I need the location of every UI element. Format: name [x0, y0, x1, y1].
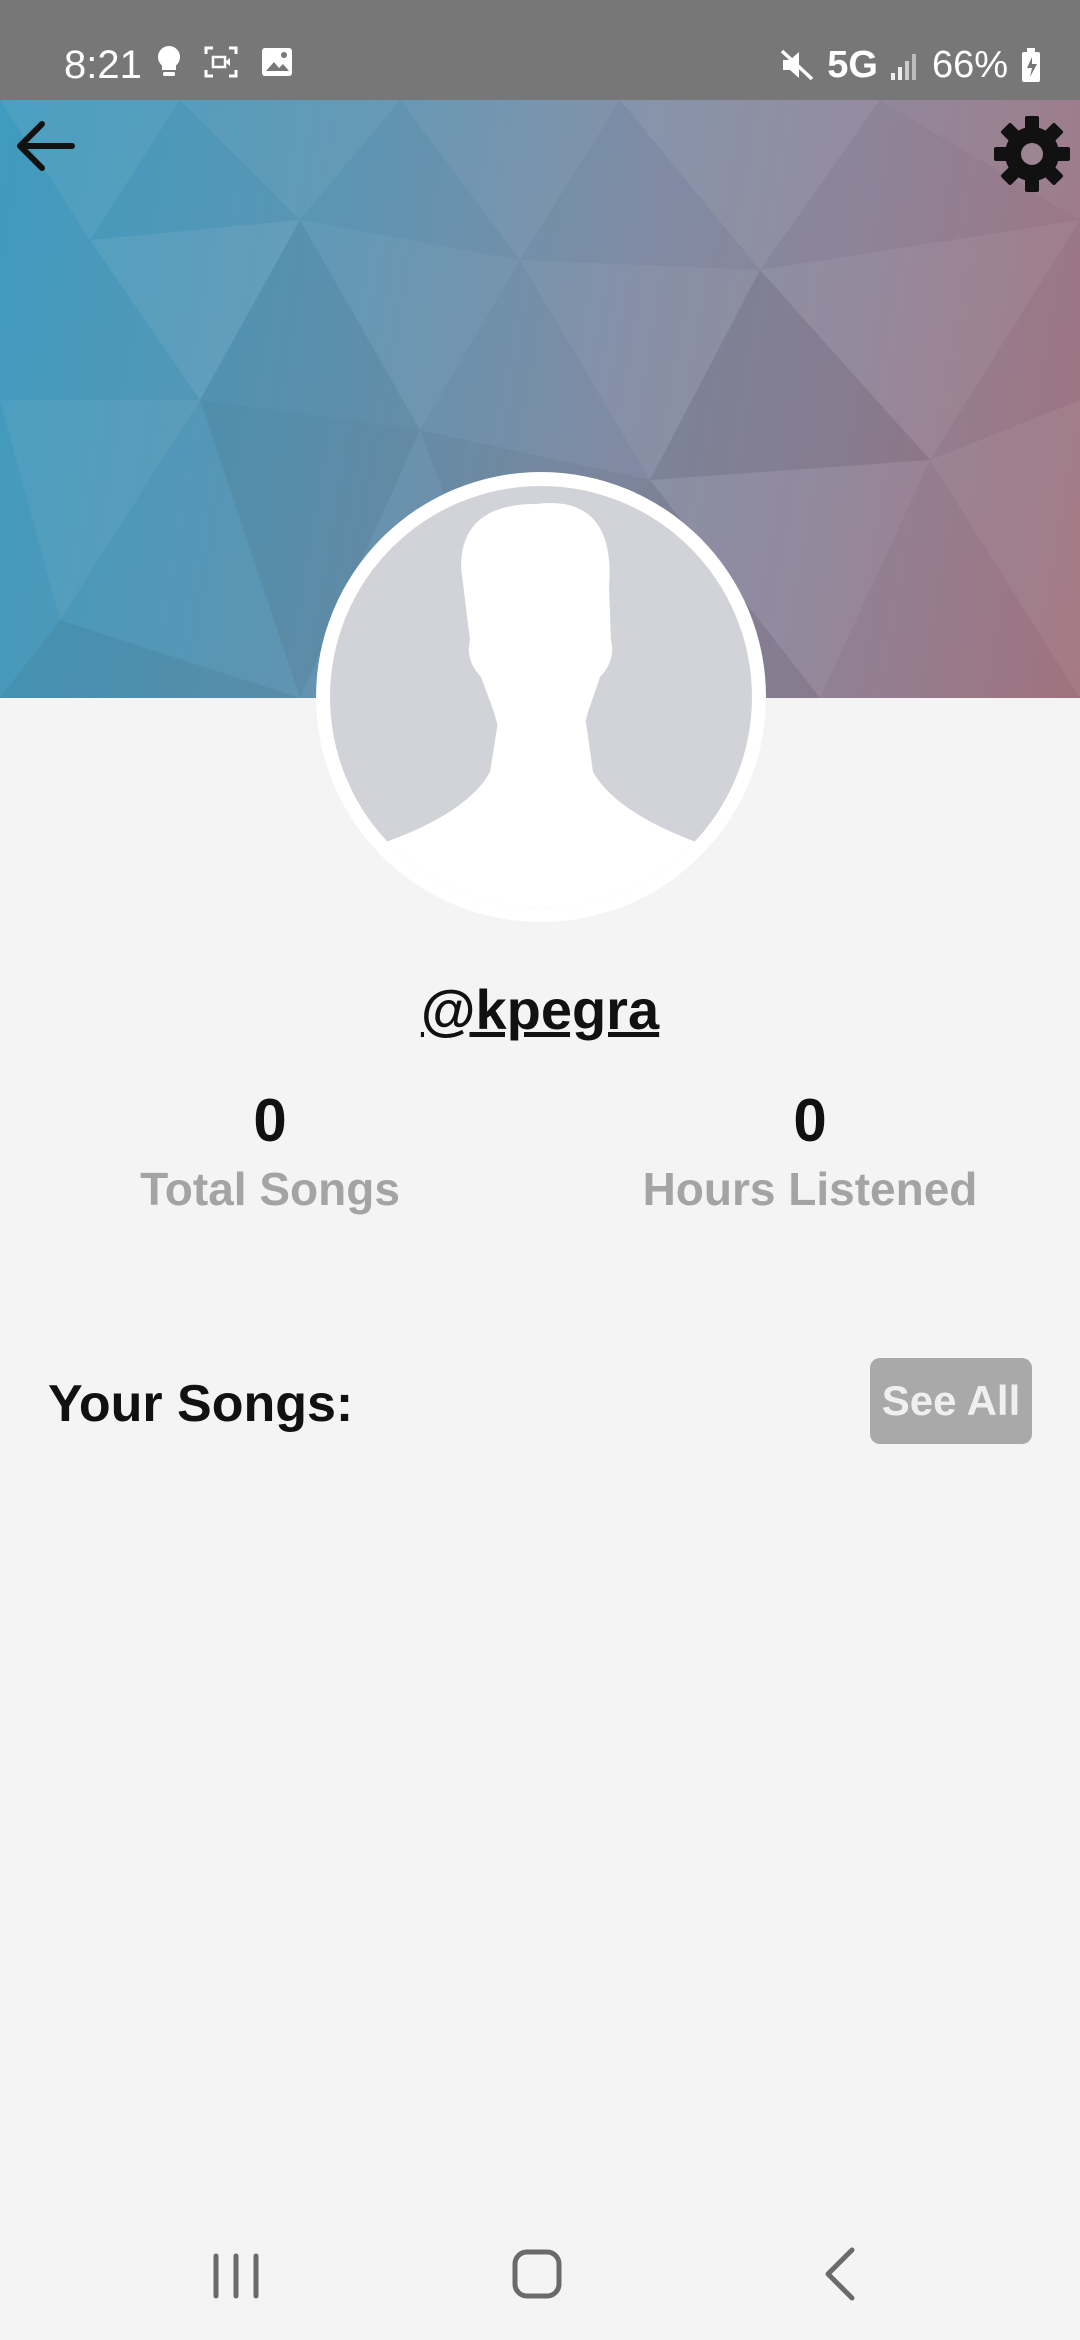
status-bar: 8:21 5G 66%	[0, 0, 1080, 100]
home-button[interactable]	[477, 2240, 597, 2308]
system-nav-bar	[0, 2200, 1080, 2340]
stat-value: 0	[793, 1087, 827, 1154]
network-type: 5G	[827, 44, 878, 86]
back-icon	[825, 2247, 855, 2301]
recent-apps-button[interactable]	[176, 2240, 296, 2308]
username-link[interactable]: @kpegra	[0, 975, 1080, 1045]
default-user-silhouette-icon	[330, 486, 752, 908]
arrow-left-icon	[17, 121, 75, 171]
nav-back-button[interactable]	[780, 2240, 900, 2308]
avatar[interactable]	[316, 472, 766, 922]
stat-label: Hours Listened	[642, 1163, 978, 1215]
screen-record-icon	[204, 46, 238, 78]
home-icon	[512, 2249, 562, 2299]
see-all-button[interactable]: See All	[870, 1358, 1032, 1444]
stat-label: Total Songs	[140, 1163, 400, 1215]
gallery-icon	[262, 48, 292, 76]
battery-percent: 66%	[931, 44, 1008, 86]
battery-icon	[1022, 48, 1040, 82]
stat-value: 0	[253, 1087, 287, 1154]
stat-total-songs: 0 Total Songs	[60, 1085, 480, 1218]
section-title-your-songs: Your Songs:	[48, 1375, 354, 1433]
stat-hours-listened: 0 Hours Listened	[640, 1085, 980, 1218]
back-button[interactable]	[10, 110, 82, 182]
signal-icon	[890, 54, 916, 80]
status-time: 8:21	[64, 43, 142, 87]
status-left-icons	[156, 44, 294, 80]
mute-icon	[781, 49, 814, 81]
gear-icon	[994, 116, 1070, 192]
recent-apps-icon	[213, 2253, 259, 2299]
status-right-group: 5G 66%	[779, 40, 1042, 90]
lightbulb-icon	[157, 45, 181, 76]
settings-button[interactable]	[990, 112, 1074, 196]
